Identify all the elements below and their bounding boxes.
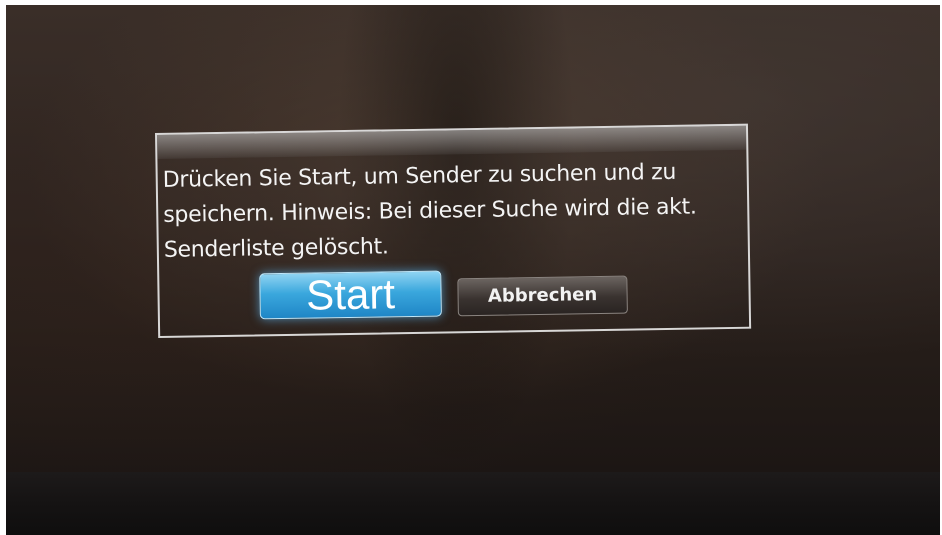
channel-search-dialog: Drücken Sie Start, um Sender zu suchen u… [155,123,752,338]
cancel-button[interactable]: Abbrechen [457,275,628,317]
dialog-title-bar [157,125,747,159]
tv-photo: Drücken Sie Start, um Sender zu suchen u… [0,0,942,535]
start-button[interactable]: Start [259,270,442,320]
tv-bezel [6,472,940,535]
dialog-message: Drücken Sie Start, um Sender zu suchen u… [162,154,739,268]
